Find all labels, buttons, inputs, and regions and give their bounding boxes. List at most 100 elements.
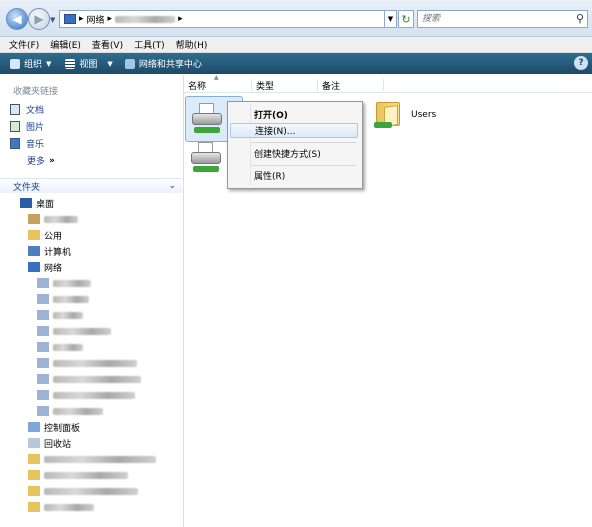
computer-icon [37, 374, 49, 384]
search-input[interactable] [418, 11, 566, 27]
menu-help[interactable]: 帮助(H) [176, 38, 208, 51]
tree-label: 回收站 [44, 439, 72, 450]
tree-label-redacted [53, 407, 103, 415]
column-comment[interactable]: 备注 [318, 79, 384, 92]
chevron-down-icon: ▼ [107, 59, 113, 68]
organize-button[interactable]: 组织 ▼ [10, 57, 51, 70]
column-name[interactable]: 名称 ▲ [184, 74, 252, 92]
double-chevron-icon: » [49, 155, 55, 166]
favorite-label: 文档 [26, 106, 45, 116]
navigation-pane: 收藏夹链接 文档 图片 音乐 更多 » 文件夹 ⌄ 桌面 公用 计算机 网络 控… [0, 75, 184, 527]
tree-label-redacted [53, 327, 111, 335]
chevron-down-icon: ▼ [46, 59, 52, 68]
menu-view[interactable]: 查看(V) [92, 38, 123, 51]
back-button[interactable]: ◀ [6, 8, 28, 30]
tree-item-network-host[interactable] [0, 387, 182, 403]
chevron-right-icon[interactable]: ▸ [79, 14, 84, 24]
breadcrumb-network[interactable]: 网络 [87, 13, 105, 26]
menu-tools[interactable]: 工具(T) [134, 38, 165, 51]
favorite-documents[interactable]: 文档 [10, 103, 44, 116]
help-icon[interactable]: ? [574, 56, 588, 70]
refresh-button[interactable]: ↻ [398, 10, 414, 28]
favorite-pictures[interactable]: 图片 [10, 120, 44, 133]
tree-item-control-panel[interactable]: 控制面板 [0, 419, 182, 435]
tree-label-redacted [44, 215, 78, 223]
tree-label-redacted [53, 311, 83, 319]
tree-item-folder[interactable] [0, 483, 182, 499]
refresh-icon: ↻ [401, 12, 411, 26]
forward-button[interactable]: ▶ [28, 8, 50, 30]
search-icon[interactable]: ⚲ [576, 12, 584, 25]
view-label: 视图 [79, 60, 98, 70]
tree-item-folder[interactable] [0, 451, 182, 467]
column-type[interactable]: 类型 [252, 79, 318, 92]
tree-item-network-host[interactable] [0, 291, 182, 307]
more-link[interactable]: 更多 » [27, 154, 55, 168]
folder-icon [28, 502, 40, 512]
tree-label-redacted [44, 471, 128, 479]
context-properties[interactable]: 属性(R) [230, 168, 358, 183]
computer-icon [37, 358, 49, 368]
folder-icon [28, 454, 40, 464]
tree-item-network[interactable]: 网络 [0, 259, 182, 275]
context-create-shortcut[interactable]: 创建快捷方式(S) [230, 146, 358, 161]
context-connect[interactable]: 连接(N)... [230, 123, 358, 138]
view-button[interactable]: 视图 ▼ [65, 57, 113, 70]
tree-item-computer[interactable]: 计算机 [0, 243, 182, 259]
tree-item-network-host[interactable] [0, 307, 182, 323]
tree-item-recycle-bin[interactable]: 回收站 [0, 435, 182, 451]
column-label: 类型 [256, 82, 275, 92]
tree-label: 桌面 [36, 199, 55, 210]
tree-label-redacted [53, 343, 83, 351]
computer-icon [37, 326, 49, 336]
control-panel-icon [28, 422, 40, 432]
network-center-icon [124, 58, 135, 69]
tree-item-network-host[interactable] [0, 323, 182, 339]
tree-label-redacted [53, 359, 137, 367]
tree-item-network-host[interactable] [0, 403, 182, 419]
network-center-label: 网络和共享中心 [138, 60, 202, 70]
users-folder-item[interactable]: Users [370, 98, 450, 134]
address-box[interactable]: ▸ 网络 ▸ ▸ [59, 10, 385, 28]
recycle-bin-icon [28, 438, 40, 448]
network-center-button[interactable]: 网络和共享中心 [124, 57, 202, 70]
music-icon [10, 138, 20, 149]
tree-item-network-host[interactable] [0, 355, 182, 371]
history-dropdown-button[interactable]: ▼ [50, 16, 55, 24]
favorite-label: 音乐 [26, 140, 45, 150]
search-box[interactable]: ⚲ [417, 10, 588, 28]
chevron-down-icon: ⌄ [168, 181, 176, 191]
tree-item-network-host[interactable] [0, 275, 182, 291]
context-open[interactable]: 打开(O) [230, 107, 358, 122]
chevron-right-icon[interactable]: ▸ [178, 14, 183, 24]
folder-icon [28, 470, 40, 480]
column-label: 名称 [188, 82, 207, 92]
computer-icon [37, 342, 49, 352]
tree-label-redacted [44, 487, 138, 495]
address-dropdown-button[interactable]: ▼ [385, 10, 397, 28]
tree-item-desktop[interactable]: 桌面 [0, 195, 182, 211]
tree-label-redacted [53, 375, 141, 383]
users-folder-label: Users [411, 110, 437, 120]
tree-item-user[interactable] [0, 211, 182, 227]
tree-item-folder[interactable] [0, 499, 182, 515]
favorite-music[interactable]: 音乐 [10, 137, 44, 150]
tree-item-public[interactable]: 公用 [0, 227, 182, 243]
printer-item[interactable] [187, 140, 227, 180]
folders-header[interactable]: 文件夹 ⌄ [0, 178, 182, 193]
folder-icon [28, 230, 40, 240]
network-icon [28, 262, 40, 272]
tree-item-network-host[interactable] [0, 339, 182, 355]
tree-label-redacted [53, 279, 91, 287]
tree-item-folder[interactable] [0, 467, 182, 483]
tree-item-network-host[interactable] [0, 371, 182, 387]
breadcrumb-redacted[interactable] [115, 15, 176, 23]
menu-file[interactable]: 文件(F) [9, 38, 39, 51]
menu-edit[interactable]: 编辑(E) [50, 38, 81, 51]
arrow-right-icon: ▶ [34, 12, 44, 26]
chevron-right-icon[interactable]: ▸ [108, 14, 113, 24]
computer-icon [37, 278, 49, 288]
tree-label: 网络 [44, 263, 63, 274]
favorite-label: 图片 [26, 123, 45, 133]
tree-label-redacted [44, 503, 94, 511]
